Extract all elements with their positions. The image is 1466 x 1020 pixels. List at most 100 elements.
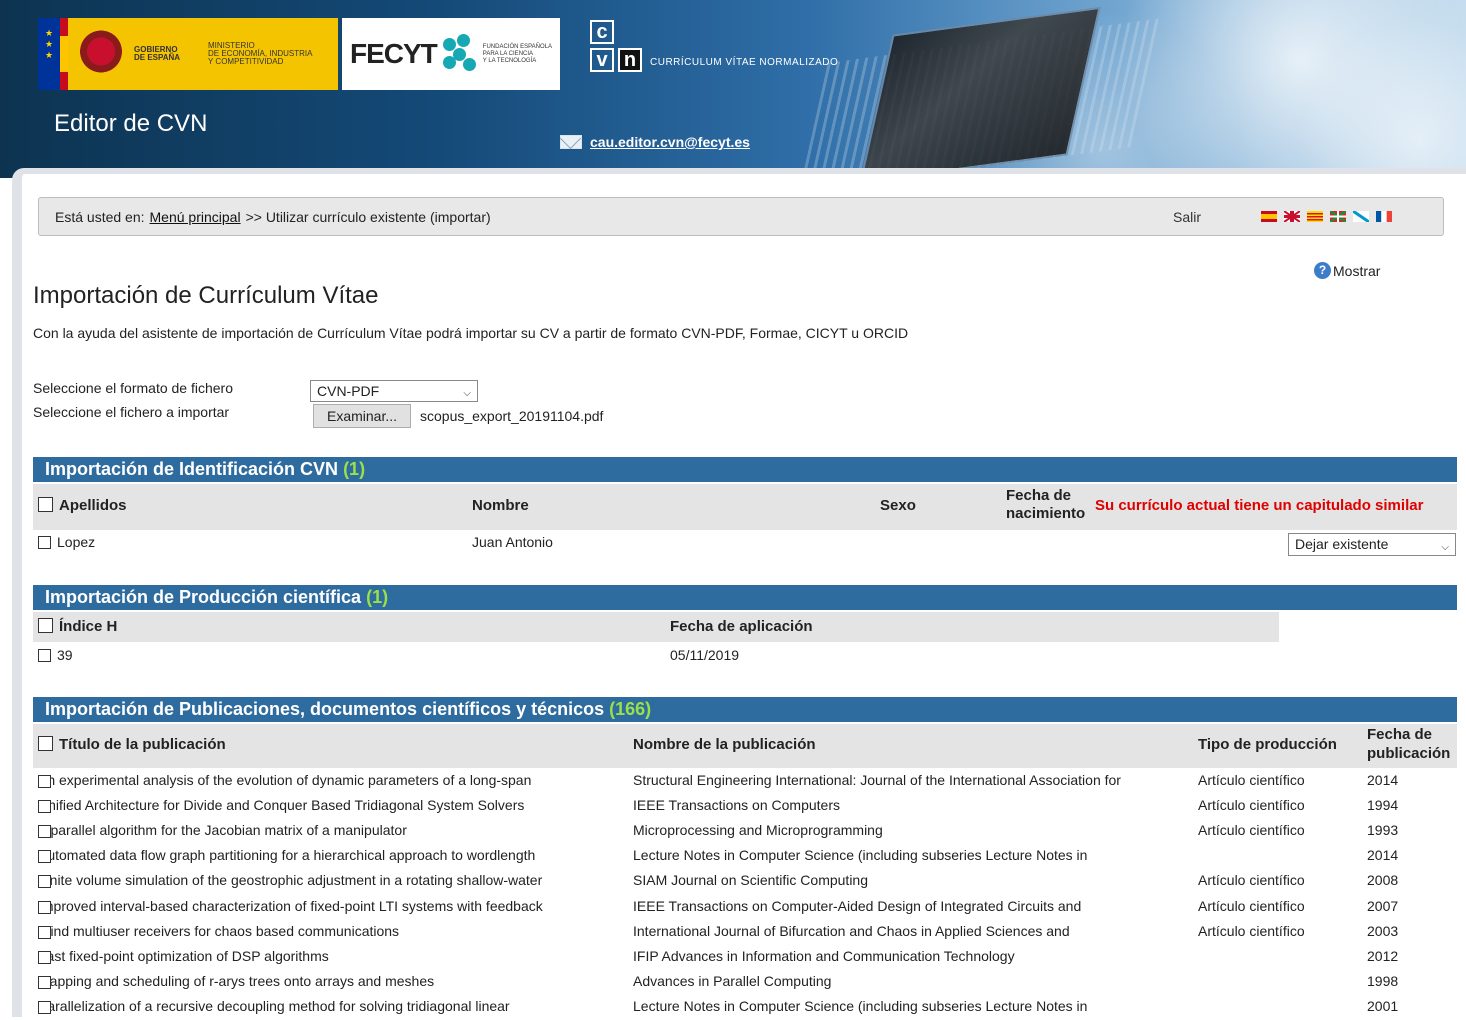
publication-fecha: 2003 — [1367, 922, 1399, 939]
row-checkbox[interactable] — [38, 950, 51, 964]
fecyt-subtitle: FUNDACIÓN ESPAÑOLA PARA LA CIENCIA Y LA … — [482, 43, 553, 64]
format-select[interactable]: CVN-PDF ⌵ — [310, 380, 478, 402]
publication-tipo: Artículo científico — [1198, 872, 1305, 889]
breadcrumb-home-link[interactable]: Menú principal — [150, 209, 241, 225]
page-title: Importación de Currículum Vítae — [33, 282, 379, 309]
help-toggle[interactable]: ? Mostrar — [1314, 262, 1380, 279]
select-all-checkbox[interactable] — [38, 618, 53, 633]
publication-title: Finite volume simulation of the geostrop… — [38, 872, 543, 889]
logout-link[interactable]: Salir — [1173, 209, 1201, 225]
chevron-down-icon: ⌵ — [1441, 542, 1449, 553]
publication-fecha: 2007 — [1367, 897, 1399, 914]
row-checkbox[interactable] — [38, 825, 51, 839]
table-row: Automated data flow graph partitioning f… — [38, 844, 1458, 869]
table-row: A parallel algorithm for the Jacobian ma… — [38, 819, 1458, 844]
publication-nombre: IEEE Transactions on Computers — [633, 797, 840, 814]
format-label: Seleccione el formato de fichero — [33, 380, 233, 396]
section-header-produccion: Importación de Producción científica (1) — [33, 585, 1457, 610]
section-header-identificacion: Importación de Identificación CVN (1) — [33, 457, 1457, 482]
select-all-checkbox[interactable] — [38, 497, 53, 512]
language-flags — [1261, 211, 1392, 222]
envelope-icon — [560, 135, 582, 149]
publication-nombre: SIAM Journal on Scientific Computing — [633, 872, 868, 889]
publication-tipo: Artículo científico — [1198, 797, 1305, 814]
flag-ca-icon[interactable] — [1307, 211, 1323, 222]
row-checkbox[interactable] — [38, 800, 51, 814]
table-row: Unified Architecture for Divide and Conq… — [38, 794, 1458, 819]
table-row: An experimental analysis of the evolutio… — [38, 769, 1458, 794]
publication-title: Fast fixed-point optimization of DSP alg… — [38, 947, 329, 964]
publication-nombre: Advances in Parallel Computing — [633, 972, 832, 989]
flag-eu-icon[interactable] — [1330, 211, 1346, 222]
similar-warning: Su currículo actual tiene un capitulado … — [1095, 497, 1424, 514]
publication-title: Improved interval-based characterization… — [38, 897, 543, 914]
government-logo: ★ ★ ★ GOBIERNO DE ESPAÑA MINISTERIO DE E… — [38, 18, 338, 90]
publication-fecha: 2008 — [1367, 872, 1399, 889]
flag-gl-icon[interactable] — [1353, 211, 1369, 222]
cvn-logo: c v n CURRÍCULUM VÍTAE NORMALIZADO — [590, 20, 838, 76]
publication-tipo: Artículo científico — [1198, 772, 1305, 788]
row-checkbox[interactable] — [38, 875, 51, 889]
table-row: Fast fixed-point optimization of DSP alg… — [38, 945, 1458, 970]
editor-title: Editor de CVN — [54, 110, 208, 137]
eu-flag-icon: ★ ★ ★ — [38, 18, 60, 90]
publication-nombre: IEEE Transactions on Computer-Aided Desi… — [633, 897, 1082, 914]
file-label: Seleccione el fichero a importar — [33, 404, 230, 420]
section-header-publicaciones: Importación de Publicaciones, documentos… — [33, 697, 1457, 722]
identificacion-header-row: Apellidos Nombre Sexo Fecha de nacimient… — [33, 484, 1457, 530]
publication-title: Parallelization of a recursive decouplin… — [38, 997, 510, 1014]
flag-es-icon[interactable] — [1261, 211, 1277, 222]
publication-title: A parallel algorithm for the Jacobian ma… — [38, 822, 407, 839]
flag-fr-icon[interactable] — [1376, 211, 1392, 222]
row-checkbox[interactable] — [38, 925, 51, 939]
selected-file-name: scopus_export_20191104.pdf — [420, 408, 604, 424]
coat-of-arms-icon — [80, 29, 122, 79]
produccion-row: 39 — [38, 647, 73, 663]
row-checkbox[interactable] — [38, 900, 51, 914]
publication-nombre: Structural Engineering International: Jo… — [633, 772, 1121, 788]
publication-fecha: 2014 — [1367, 772, 1399, 788]
table-row: Blind multiuser receivers for chaos base… — [38, 920, 1458, 945]
publication-fecha: 2001 — [1367, 997, 1399, 1014]
table-row: Parallelization of a recursive decouplin… — [38, 995, 1458, 1020]
produccion-header-row: Índice H Fecha de aplicación — [33, 612, 1279, 642]
publication-tipo: Artículo científico — [1198, 897, 1305, 914]
publication-fecha: 1994 — [1367, 797, 1399, 814]
identificacion-row: Lopez — [38, 534, 95, 550]
page-description: Con la ayuda del asistente de importació… — [33, 325, 909, 341]
government-label: GOBIERNO DE ESPAÑA — [134, 45, 181, 62]
publication-fecha: 1993 — [1367, 822, 1399, 839]
publication-nombre: Lecture Notes in Computer Science (inclu… — [633, 997, 1088, 1014]
publication-nombre: Microprocessing and Microprogramming — [633, 822, 883, 839]
publication-title: Unified Architecture for Divide and Conq… — [38, 797, 525, 814]
fecyt-dots-icon — [442, 34, 477, 74]
flag-en-icon[interactable] — [1284, 211, 1300, 222]
publication-fecha: 1998 — [1367, 972, 1399, 989]
publication-tipo: Artículo científico — [1198, 822, 1305, 839]
row-checkbox[interactable] — [38, 649, 51, 662]
publication-fecha: 2012 — [1367, 947, 1399, 964]
support-email-link[interactable]: cau.editor.cvn@fecyt.es — [560, 134, 750, 150]
table-row: Improved interval-based characterization… — [38, 895, 1458, 920]
publication-nombre: International Journal of Bifurcation and… — [633, 922, 1070, 939]
publication-nombre: IFIP Advances in Information and Communi… — [633, 947, 1015, 964]
publication-title: Blind multiuser receivers for chaos base… — [38, 922, 400, 939]
page-header: ★ ★ ★ GOBIERNO DE ESPAÑA MINISTERIO DE E… — [0, 0, 1466, 178]
browse-button[interactable]: Examinar... — [313, 404, 411, 428]
publication-title: An experimental analysis of the evolutio… — [38, 772, 532, 788]
row-checkbox[interactable] — [38, 1000, 51, 1014]
merge-action-select[interactable]: Dejar existente ⌵ — [1288, 533, 1456, 556]
publication-fecha: 2014 — [1367, 847, 1399, 864]
ministry-label: MINISTERIO DE ECONOMÍA, INDUSTRIA Y COMP… — [208, 41, 313, 66]
publication-title: Mapping and scheduling of r-arys trees o… — [38, 972, 435, 989]
help-icon[interactable]: ? — [1314, 262, 1331, 279]
row-checkbox[interactable] — [38, 775, 51, 788]
row-checkbox[interactable] — [38, 850, 51, 864]
table-row: Mapping and scheduling of r-arys trees o… — [38, 970, 1458, 995]
row-checkbox[interactable] — [38, 975, 51, 989]
row-checkbox[interactable] — [38, 536, 51, 549]
table-row: Finite volume simulation of the geostrop… — [38, 869, 1458, 894]
chevron-down-icon: ⌵ — [463, 388, 471, 399]
select-all-checkbox[interactable] — [38, 736, 53, 751]
fecyt-logo: FECYT FUNDACIÓN ESPAÑOLA PARA LA CIENCIA… — [342, 18, 560, 90]
